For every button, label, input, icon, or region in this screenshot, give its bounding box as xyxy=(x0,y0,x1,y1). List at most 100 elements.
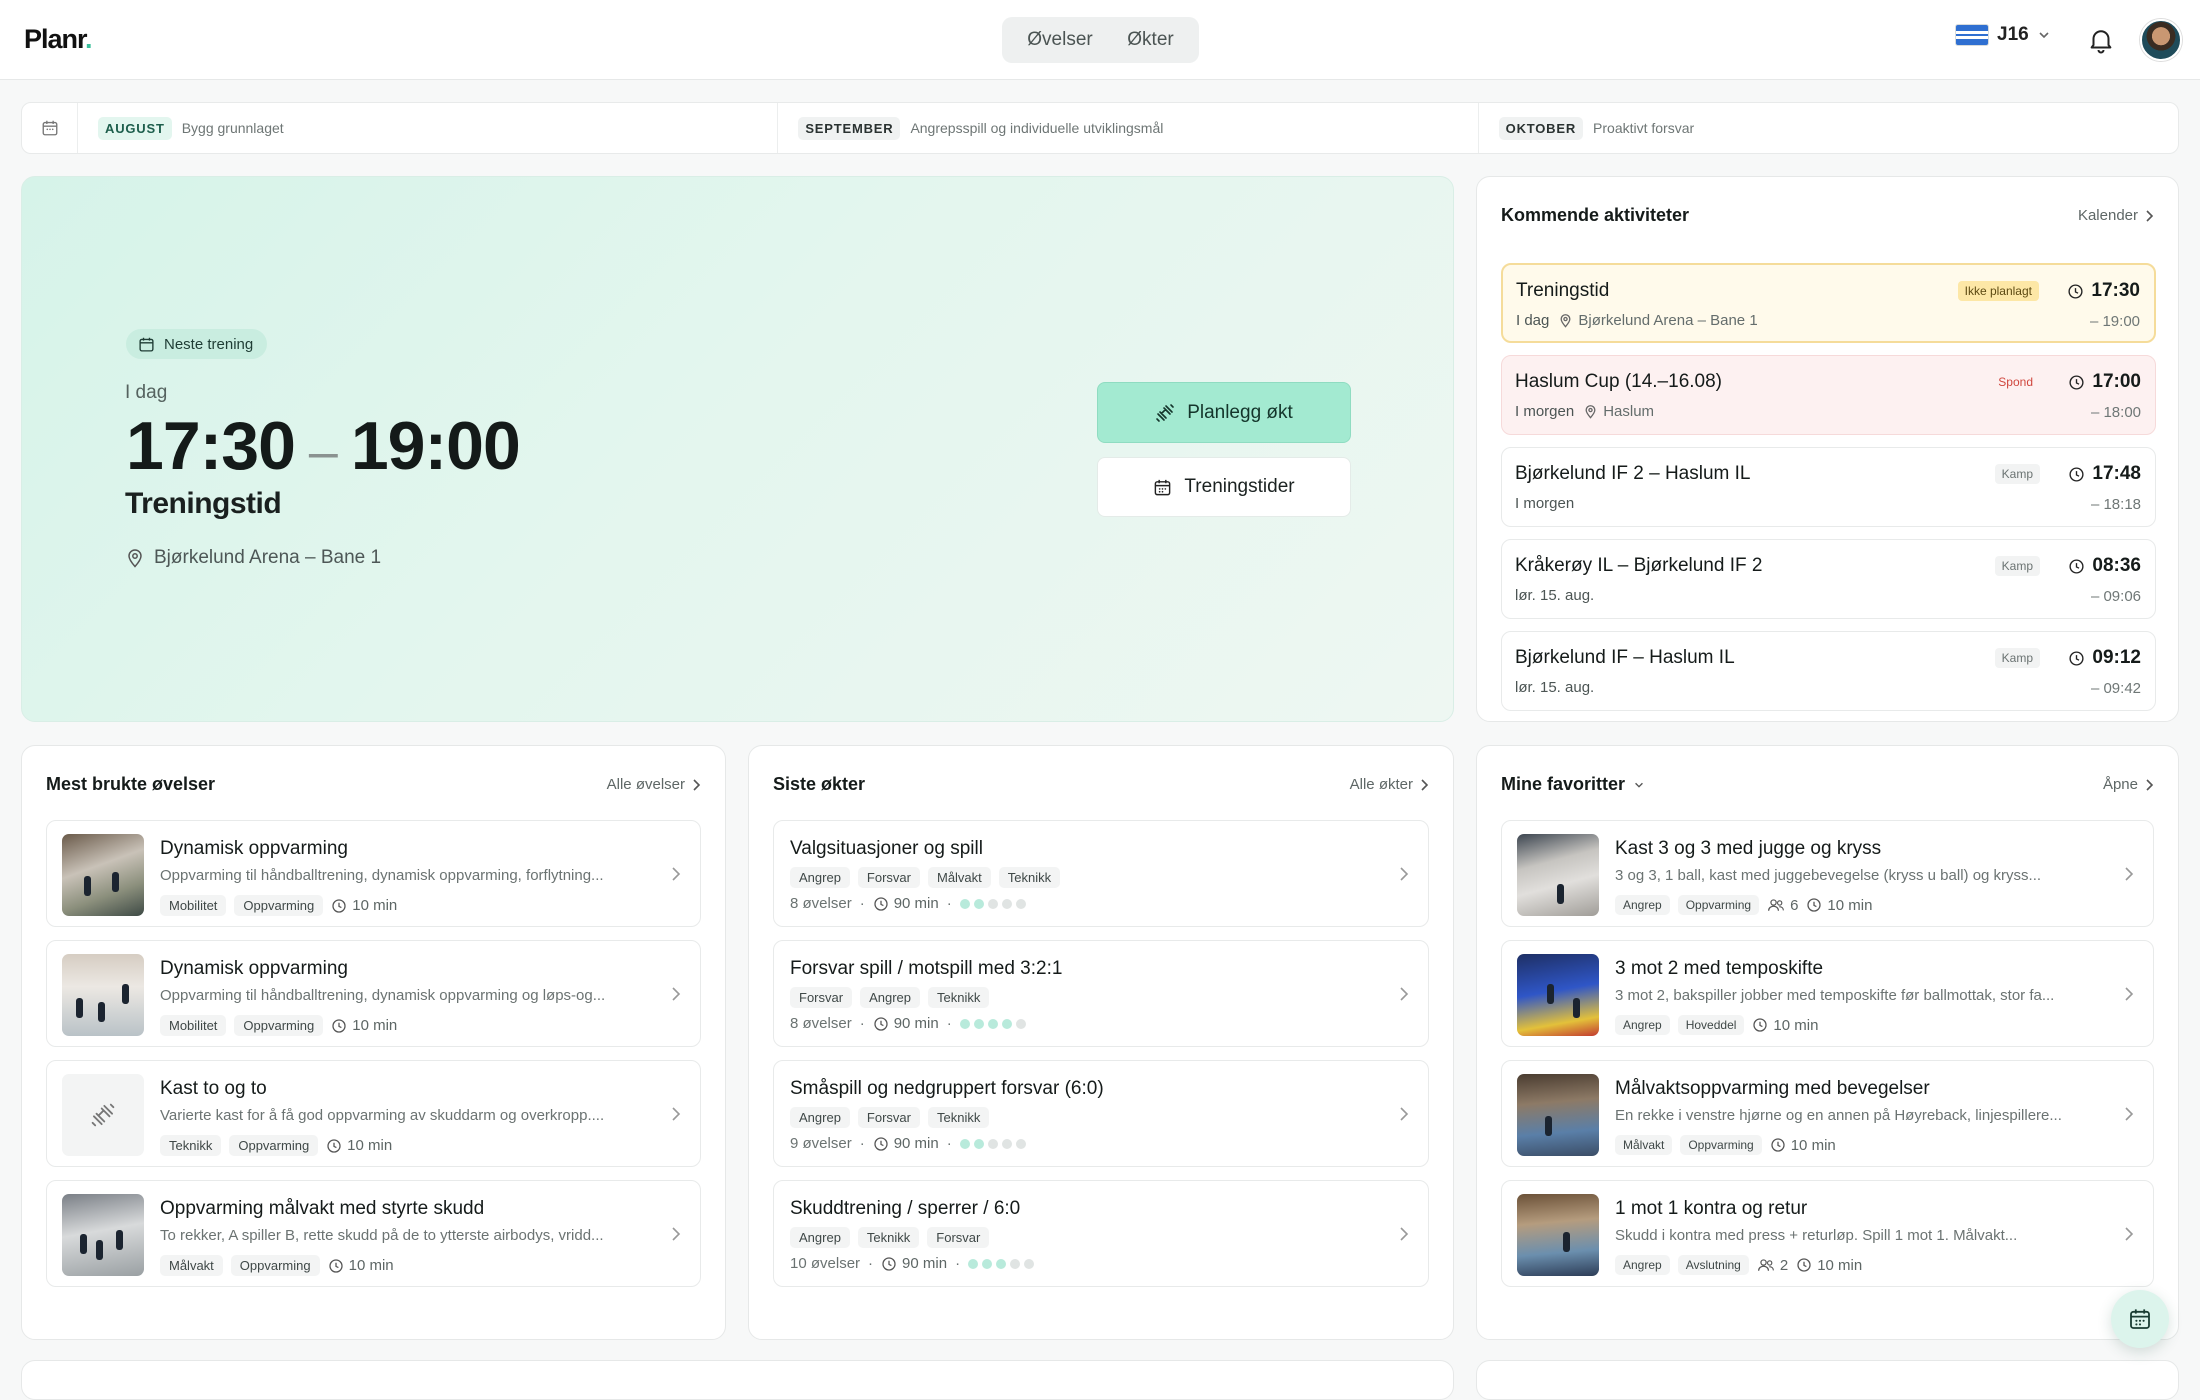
activity-end: – 19:00 xyxy=(2089,313,2140,330)
tag-chip: Angrep xyxy=(1615,1255,1670,1275)
period-september[interactable]: SEPTEMBER Angrepsspill og individuelle u… xyxy=(778,103,1479,153)
place-text: Bjørkelund Arena – Bane 1 xyxy=(1578,312,1758,329)
tab-exercises[interactable]: Øvelser xyxy=(1017,23,1102,57)
session-title: Forsvar spill / motspill med 3:2:1 xyxy=(790,958,1063,979)
chevron-right-icon xyxy=(672,1107,681,1121)
favorite-item[interactable]: Målvaktsoppvarming med bevegelser En rek… xyxy=(1501,1060,2154,1167)
session-title: Skuddtrening / sperrer / 6:0 xyxy=(790,1198,1021,1219)
tag-chip: Mobilitet xyxy=(160,1015,227,1036)
intensity-dot xyxy=(959,898,970,909)
clock-icon xyxy=(2069,466,2084,482)
period-october[interactable]: OKTOBER Proaktivt forsvar xyxy=(1479,103,2178,153)
session-stats: 8 øvelser · 90 min · xyxy=(790,1015,1026,1032)
intensity-dot xyxy=(996,1258,1007,1269)
period-desc: Angrepsspill og individuelle utviklingsm… xyxy=(910,120,1164,136)
exercise-meta: Angrep Hoveddel 10 min xyxy=(1615,1015,1818,1035)
location-pin-icon xyxy=(1585,405,1596,419)
session-title: Valgsituasjoner og spill xyxy=(790,838,983,859)
activity-item[interactable]: Bjørkelund IF – Haslum IL lør. 15. aug. … xyxy=(1501,631,2156,711)
calendar-fab-button[interactable] xyxy=(2111,1290,2169,1348)
duration: 90 min xyxy=(881,1255,947,1272)
calendar-link[interactable]: Kalender xyxy=(2078,207,2154,224)
session-tags: Angrep Teknikk Forsvar xyxy=(790,1227,990,1248)
clock-icon xyxy=(1771,1138,1785,1152)
tag-chip: Teknikk xyxy=(160,1135,222,1156)
training-times-button[interactable]: Treningstider xyxy=(1097,457,1351,517)
app-logo[interactable]: Planr. xyxy=(24,24,92,55)
clock-icon xyxy=(2069,374,2084,390)
exercise-item[interactable]: Kast to og to Varierte kast for å få god… xyxy=(46,1060,701,1167)
start-time: 08:36 xyxy=(2092,555,2141,576)
intensity-dot xyxy=(1015,1018,1026,1029)
session-item[interactable]: Småspill og nedgruppert forsvar (6:0) An… xyxy=(773,1060,1429,1167)
period-august[interactable]: AUGUST Bygg grunnlaget xyxy=(78,103,779,153)
activity-end: – 09:42 xyxy=(2090,680,2141,697)
latest-sessions-panel: Siste økter Alle økter Valgsituasjoner o… xyxy=(748,745,1454,1340)
exercise-item[interactable]: Dynamisk oppvarming Oppvarming til håndb… xyxy=(46,940,701,1047)
team-flag-icon xyxy=(1955,24,1989,46)
tag-chip: Mobilitet xyxy=(160,895,227,916)
activity-name: Treningstid xyxy=(1516,280,1610,301)
activity-start: 09:12 xyxy=(2068,647,2141,669)
plan-session-button[interactable]: Planlegg økt xyxy=(1097,382,1351,443)
clock-icon xyxy=(332,898,346,913)
session-item[interactable]: Skuddtrening / sperrer / 6:0 Angrep Tekn… xyxy=(773,1180,1429,1287)
open-favorites-link[interactable]: Åpne xyxy=(2103,776,2154,793)
bell-icon[interactable] xyxy=(2086,25,2116,55)
user-avatar[interactable] xyxy=(2140,19,2182,61)
period-calendar-button[interactable] xyxy=(22,103,78,153)
team-switcher[interactable]: J16 xyxy=(1955,24,2051,46)
next-training-card: Neste trening I dag 17:30–19:00 Trenings… xyxy=(21,176,1454,722)
exercise-item[interactable]: Dynamisk oppvarming Oppvarming til håndb… xyxy=(46,820,701,927)
all-sessions-link[interactable]: Alle økter xyxy=(1350,776,1429,793)
tag-chip: Avslutning xyxy=(1677,1255,1749,1275)
intensity-dot xyxy=(973,898,984,909)
session-title: Småspill og nedgruppert forsvar (6:0) xyxy=(790,1078,1104,1099)
session-item[interactable]: Forsvar spill / motspill med 3:2:1 Forsv… xyxy=(773,940,1429,1047)
tag-chip: Målvakt xyxy=(927,867,991,888)
duration: 90 min xyxy=(873,1015,939,1032)
session-item[interactable]: Valgsituasjoner og spill Angrep Forsvar … xyxy=(773,820,1429,927)
favorite-item[interactable]: 1 mot 1 kontra og retur Skudd i kontra m… xyxy=(1501,1180,2154,1287)
chevron-right-icon xyxy=(2125,1107,2134,1121)
intensity-dot xyxy=(1024,1258,1035,1269)
activity-item[interactable]: Treningstid I dag Bjørkelund Arena – Bane… xyxy=(1501,263,2156,343)
exercise-item[interactable]: Oppvarming målvakt med styrte skudd To r… xyxy=(46,1180,701,1287)
tab-sessions[interactable]: Økter xyxy=(1117,23,1183,57)
clock-icon xyxy=(2069,650,2084,666)
activity-sub: lør. 15. aug. xyxy=(1515,587,1594,604)
training-start: 17:30 xyxy=(126,408,296,484)
panel-header: Mest brukte øvelser Alle øvelser xyxy=(46,774,701,795)
activity-end: – 18:18 xyxy=(2090,496,2141,513)
all-exercises-link[interactable]: Alle øvelser xyxy=(607,776,701,793)
session-tags: Angrep Forsvar Teknikk xyxy=(790,1107,990,1128)
panel-header: Mine favoritter Åpne xyxy=(1501,774,2154,795)
tag-chip: Teknikk xyxy=(927,1107,990,1128)
activity-start: 17:48 xyxy=(2068,463,2141,485)
tag-chip: Forsvar xyxy=(857,1107,920,1128)
chevron-right-icon xyxy=(1400,867,1409,881)
session-stats: 9 øvelser · 90 min · xyxy=(790,1135,1026,1152)
favorite-item[interactable]: 3 mot 2 med temposkifte 3 mot 2, bakspil… xyxy=(1501,940,2154,1047)
exercise-title: 1 mot 1 kontra og retur xyxy=(1615,1198,1808,1219)
training-title: Treningstid xyxy=(125,487,282,520)
favorites-list: Kast 3 og 3 med jugge og kryss 3 og 3, 1… xyxy=(1501,820,2154,1300)
tag-chip: Oppvarming xyxy=(229,1135,319,1156)
panel-title: Siste økter xyxy=(773,774,866,794)
intensity-dot xyxy=(973,1018,984,1029)
exercise-thumbnail xyxy=(62,1074,144,1156)
activity-item[interactable]: Kråkerøy IL – Bjørkelund IF 2 lør. 15. a… xyxy=(1501,539,2156,619)
duration-text: 10 min xyxy=(1790,1136,1836,1154)
tag-chip: Teknikk xyxy=(927,987,990,1008)
activity-item[interactable]: Bjørkelund IF 2 – Haslum IL I morgen Kam… xyxy=(1501,447,2156,527)
chevron-down-icon xyxy=(1635,782,1643,788)
players: 6 xyxy=(1767,897,1798,914)
exercise-thumbnail xyxy=(62,834,144,916)
calendar-icon xyxy=(139,337,154,352)
favorite-item[interactable]: Kast 3 og 3 med jugge og kryss 3 og 3, 1… xyxy=(1501,820,2154,927)
session-stats: 10 øvelser · 90 min · xyxy=(790,1255,1035,1272)
activity-item[interactable]: Haslum Cup (14.–16.08) I morgen Haslum Sp… xyxy=(1501,355,2156,435)
favorites-dropdown[interactable]: Mine favoritter xyxy=(1501,774,1645,795)
upcoming-activities-panel: Kommende aktiviteter Kalender Treningsti… xyxy=(1476,176,2179,722)
link-label: Alle øvelser xyxy=(606,776,685,793)
